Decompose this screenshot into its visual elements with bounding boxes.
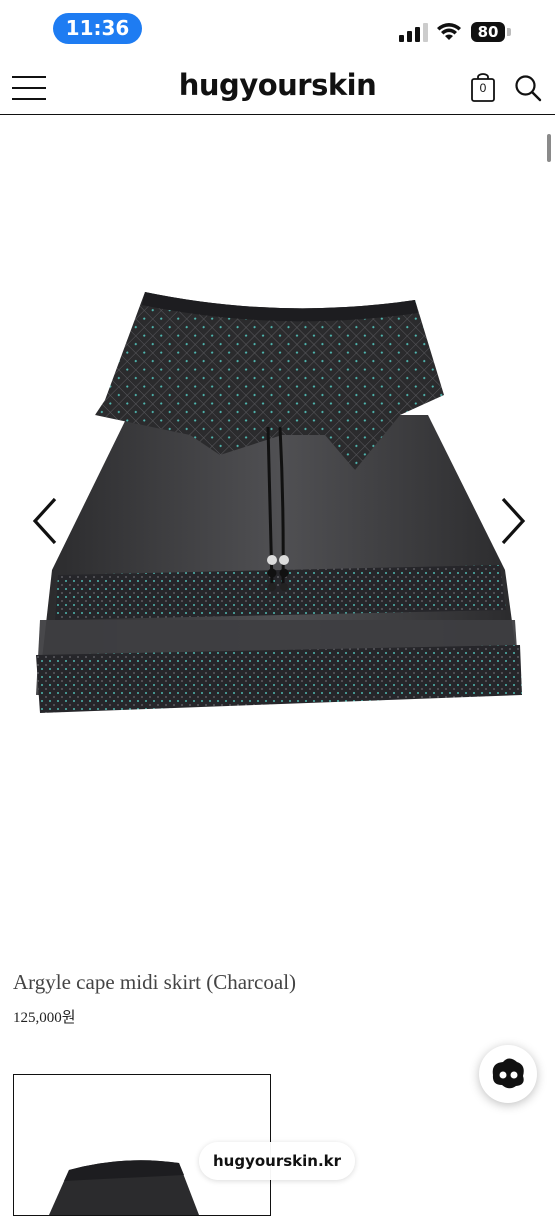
site-header: hugyourskin 0 xyxy=(0,60,555,162)
chat-icon xyxy=(492,1058,524,1089)
product-name: Argyle cape midi skirt (Charcoal) xyxy=(13,970,297,994)
status-time[interactable]: 11:36 xyxy=(53,13,142,44)
previous-image-arrow-icon[interactable] xyxy=(28,495,68,547)
next-image-arrow-icon[interactable] xyxy=(490,495,530,547)
product-image[interactable] xyxy=(0,115,555,955)
browser-url-bar[interactable]: hugyourskin.kr xyxy=(199,1142,355,1180)
search-icon[interactable] xyxy=(514,74,542,102)
skirt-ruffle-hem xyxy=(36,645,522,713)
battery-icon: 80 xyxy=(471,22,513,42)
status-bar: 11:36 80 xyxy=(0,0,555,60)
cellular-signal-icon xyxy=(399,23,428,42)
battery-level: 80 xyxy=(471,22,505,42)
chat-button[interactable] xyxy=(479,1045,537,1103)
battery-tip xyxy=(507,28,511,36)
cart-count: 0 xyxy=(479,81,487,95)
cart-button[interactable]: 0 xyxy=(470,73,496,103)
wifi-icon xyxy=(437,23,461,40)
product-price: 125,000원 xyxy=(13,1010,76,1026)
